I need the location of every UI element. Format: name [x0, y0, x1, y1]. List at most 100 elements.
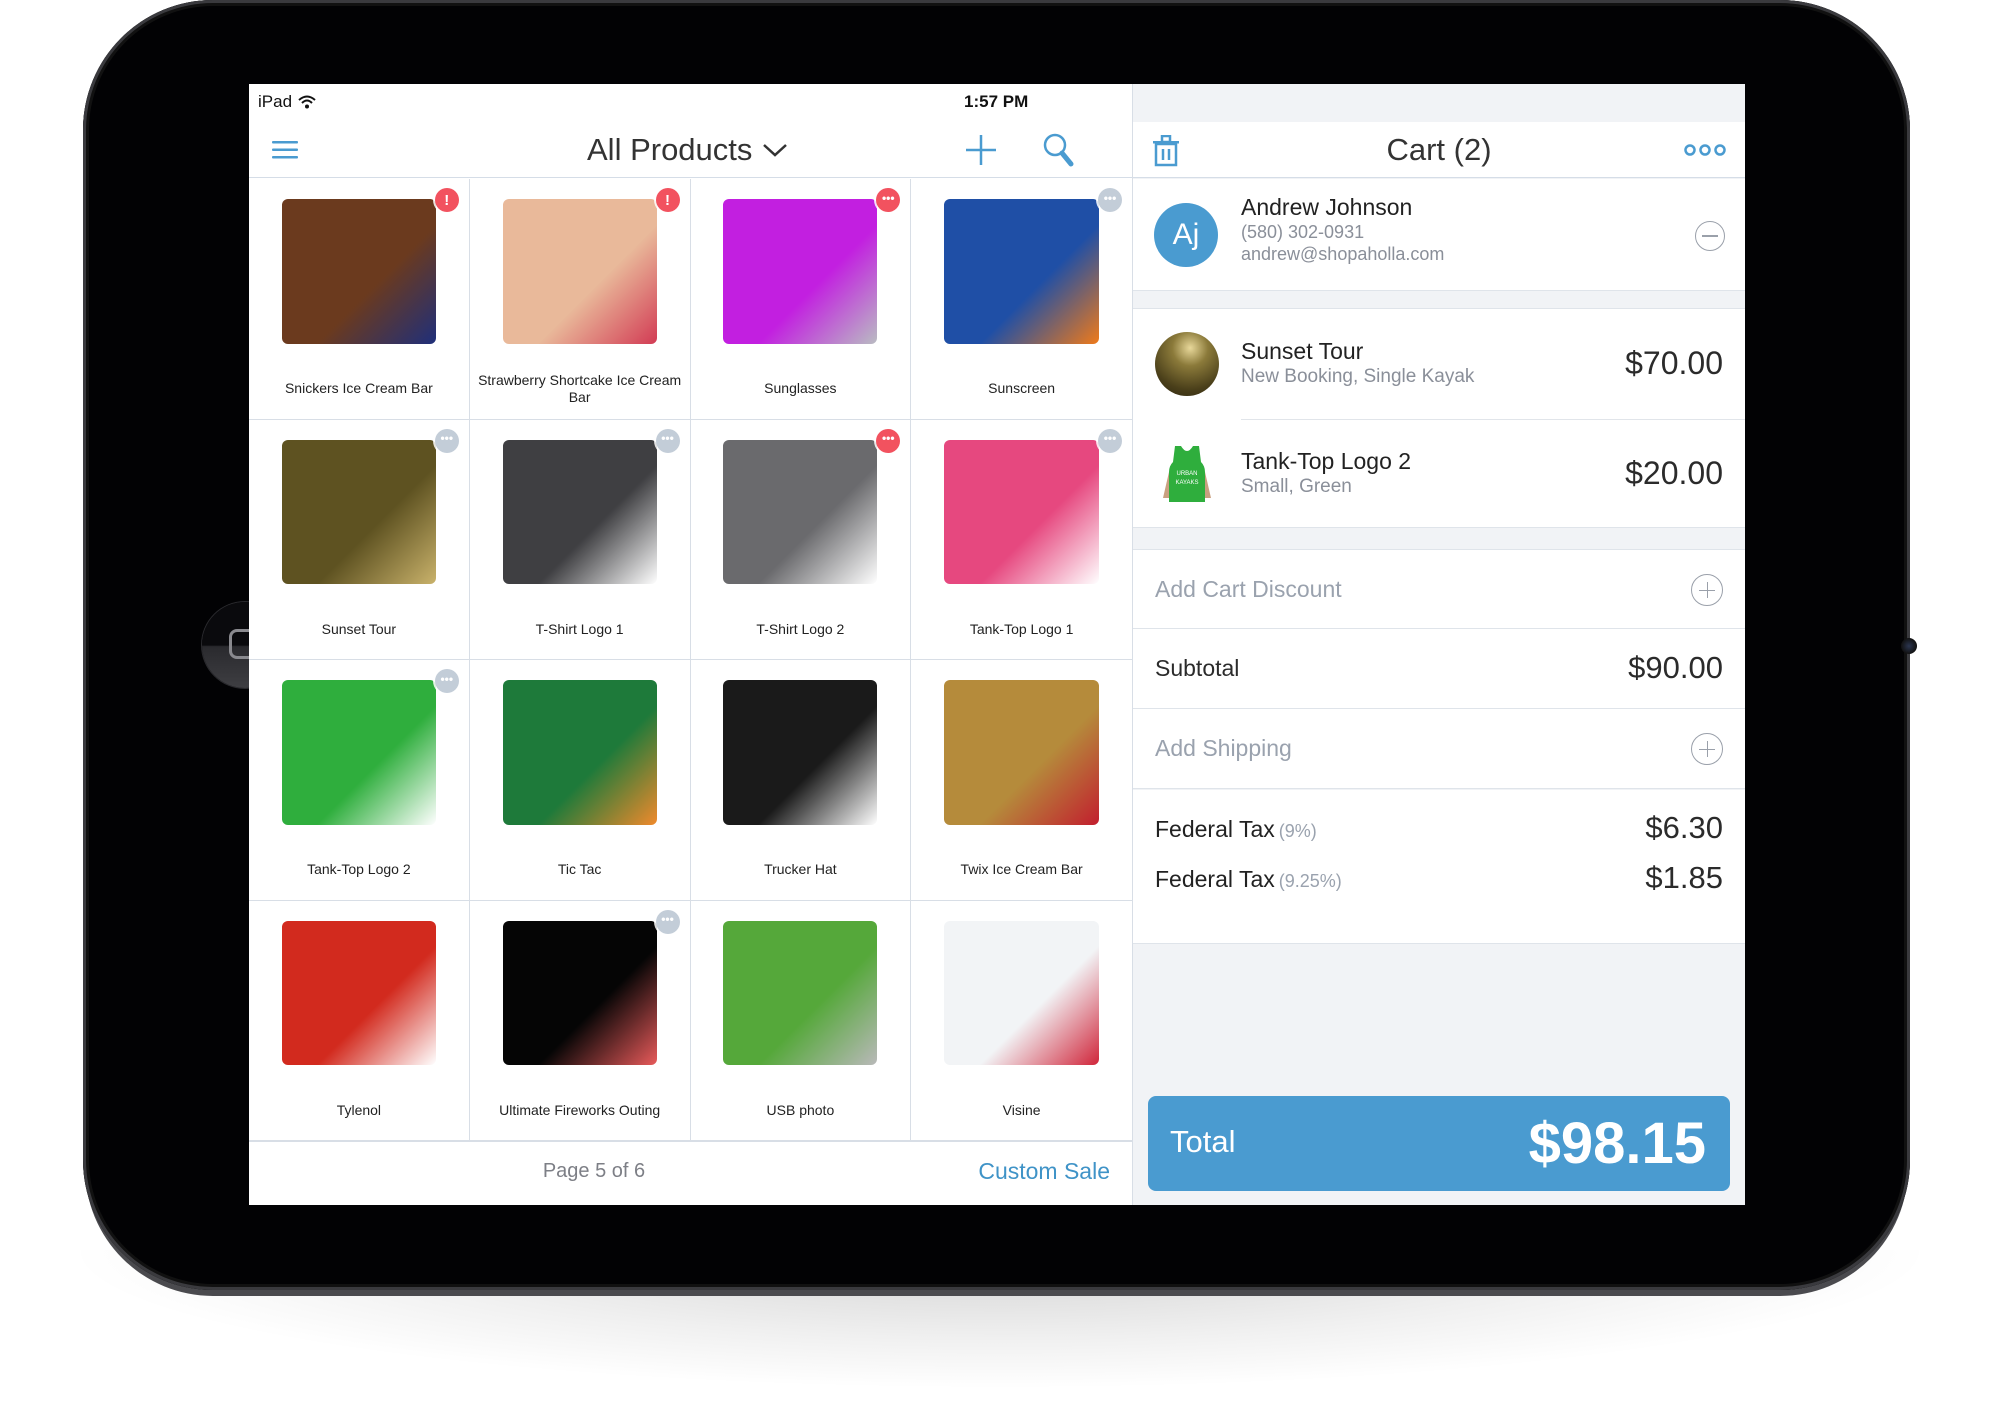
add-cart-discount-row[interactable]: Add Cart Discount — [1133, 549, 1745, 629]
product-tile[interactable]: Visine — [911, 900, 1132, 1141]
product-image-art — [723, 199, 878, 344]
product-tile[interactable]: Sunscreen ••• — [911, 179, 1132, 420]
product-name: Twix Ice Cream Bar — [960, 861, 1083, 877]
product-image-art — [944, 439, 1099, 585]
alert-badge-icon[interactable]: ! — [655, 188, 680, 212]
product-name: Strawberry Shortcake Ice Cream Bar — [478, 371, 682, 405]
more-options-badge-icon[interactable]: ••• — [434, 428, 459, 453]
add-shipping-label: Add Shipping — [1155, 735, 1292, 761]
page-indicator: Page 5 of 6 — [542, 1160, 646, 1182]
ellipsis-icon: ••• — [1103, 431, 1117, 445]
add-shipping-plus-icon[interactable] — [1691, 733, 1723, 765]
more-options-badge-icon[interactable]: ••• — [1098, 188, 1122, 212]
more-options-badge-icon[interactable]: ••• — [655, 909, 680, 934]
chevron-down-icon — [763, 144, 788, 157]
more-options-icon — [1684, 144, 1726, 156]
product-image-art — [944, 199, 1099, 344]
cart-item-detail: Small, Green — [1241, 476, 1352, 497]
tax-rate: (9%) — [1278, 821, 1317, 841]
add-discount-plus-icon[interactable] — [1691, 574, 1723, 606]
product-image-art — [502, 439, 657, 585]
product-image — [249, 660, 469, 845]
product-name: Tank-Top Logo 2 — [307, 861, 411, 877]
custom-sale-button[interactable]: Custom Sale — [978, 1158, 1110, 1185]
customer-email: andrew@shopaholla.com — [1241, 244, 1445, 264]
product-image-art — [723, 680, 878, 825]
camera-icon — [1901, 638, 1917, 654]
customer-card[interactable]: Aj Andrew Johnson (580) 302-0931 andrew@… — [1133, 179, 1745, 291]
menu-button[interactable] — [271, 136, 299, 164]
product-tile[interactable]: Tank-Top Logo 2 ••• — [249, 660, 470, 901]
ellipsis-icon: ••• — [661, 912, 674, 926]
product-tile[interactable]: Tic Tac — [469, 660, 691, 901]
product-grid: Snickers Ice Cream Bar! Strawberry Shortc… — [249, 179, 1132, 1141]
ellipsis-icon: ••• — [440, 671, 454, 686]
product-image — [470, 179, 690, 364]
products-header: All Products — [249, 122, 1132, 178]
product-image-art — [502, 920, 657, 1066]
product-image — [470, 660, 690, 845]
product-tile[interactable]: Trucker Hat — [690, 660, 912, 901]
more-options-badge-icon[interactable]: ••• — [1098, 428, 1122, 453]
subtotal-row: Subtotal $90.00 — [1133, 629, 1745, 709]
cart-item[interactable]: URBAN KAYAKS Tank-Top Logo 2 Small, Gree… — [1133, 419, 1745, 529]
add-product-button[interactable] — [963, 132, 999, 168]
subtotal-label: Subtotal — [1155, 655, 1240, 681]
ellipsis-icon: ••• — [881, 190, 895, 205]
product-image — [911, 660, 1132, 845]
add-shipping-row[interactable]: Add Shipping — [1133, 709, 1745, 789]
product-tile[interactable]: Twix Ice Cream Bar — [911, 660, 1132, 901]
sunset-tour-thumbnail — [1155, 332, 1219, 396]
product-tile[interactable]: Strawberry Shortcake Ice Cream Bar! — [469, 179, 691, 420]
app-screen: iPad 1:57 PM 88% All Products — [249, 84, 1745, 1205]
tax-rate: (9.25%) — [1278, 871, 1342, 891]
tax-value: $1.85 — [1645, 860, 1723, 895]
product-name: Snickers Ice Cream Bar — [284, 380, 433, 396]
total-value: $98.15 — [1528, 1111, 1706, 1176]
product-name: Tylenol — [336, 1101, 382, 1118]
add-cart-discount-label: Add Cart Discount — [1155, 576, 1342, 602]
total-checkout-button[interactable]: Total $98.15 — [1148, 1096, 1730, 1191]
category-dropdown[interactable]: All Products — [587, 132, 788, 168]
product-image-art — [723, 920, 878, 1066]
product-image — [691, 901, 911, 1086]
product-name: Tic Tac — [557, 861, 602, 877]
product-tile[interactable]: Tylenol — [249, 900, 470, 1141]
cart-item-text: Tank-Top Logo 2 Small, Green — [1241, 447, 1411, 499]
remove-customer-icon[interactable] — [1695, 221, 1725, 251]
product-tile[interactable]: Snickers Ice Cream Bar! — [249, 179, 470, 420]
more-options-badge-icon[interactable]: ••• — [655, 428, 680, 453]
product-tile[interactable]: Sunglasses ••• — [690, 179, 912, 420]
product-name: Tank-Top Logo 1 — [969, 620, 1074, 637]
hamburger-menu-icon — [272, 141, 298, 159]
alert-badge-icon[interactable]: ! — [434, 188, 459, 212]
cart-title: Cart (2) — [1133, 132, 1745, 168]
product-image — [691, 660, 911, 845]
product-image-art — [281, 920, 436, 1066]
tax-label: Federal Tax — [1155, 816, 1275, 842]
plus-icon — [966, 135, 996, 165]
more-options-badge-icon[interactable]: ••• — [876, 428, 901, 453]
product-image-art — [281, 439, 436, 585]
svg-text:KAYAKS: KAYAKS — [1175, 480, 1198, 486]
product-tile[interactable]: T-Shirt Logo 2 ••• — [690, 419, 912, 660]
product-image-art — [281, 199, 436, 344]
tax-row: Federal Tax (9%) $6.30 — [1133, 804, 1745, 854]
product-tile[interactable]: Tank-Top Logo 1 ••• — [911, 419, 1132, 660]
cart-item[interactable]: Sunset Tour New Booking, Single Kayak $7… — [1133, 309, 1745, 419]
product-name: T-Shirt Logo 2 — [756, 620, 845, 637]
cart-item-name: Sunset Tour — [1241, 338, 1364, 364]
search-button[interactable] — [1041, 132, 1077, 168]
tax-section: Federal Tax (9%) $6.30 Federal Tax (9.25%)… — [1133, 790, 1745, 944]
product-image-art — [944, 680, 1099, 825]
product-tile[interactable]: Sunset Tour ••• — [249, 419, 470, 660]
product-image — [911, 179, 1132, 364]
product-tile[interactable]: USB photo — [690, 900, 912, 1141]
product-name: Sunglasses — [764, 380, 837, 396]
more-options-badge-icon[interactable]: ••• — [434, 669, 459, 693]
product-tile[interactable]: T-Shirt Logo 1 ••• — [469, 419, 691, 660]
product-tile[interactable]: Ultimate Fireworks Outing ••• — [469, 900, 691, 1141]
cart-pane: Cart (2) Aj Andrew Johnson (580) 302-093… — [1132, 84, 1745, 1205]
product-image — [911, 901, 1132, 1086]
more-options-button[interactable] — [1683, 138, 1727, 162]
